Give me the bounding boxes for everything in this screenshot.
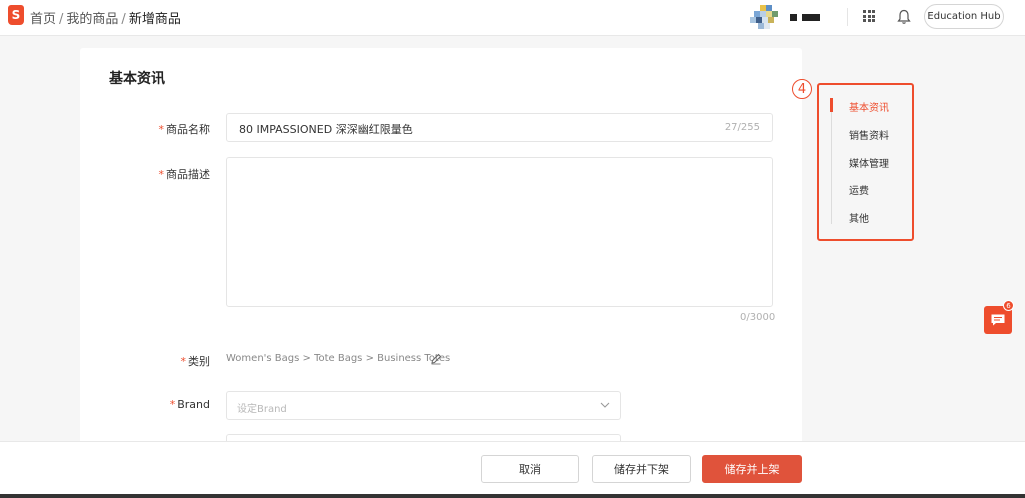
product-name-label: * 商品名称	[110, 121, 211, 137]
education-hub-button[interactable]: Education Hub	[924, 4, 1004, 29]
product-name-label-text: 商品名称	[166, 123, 210, 136]
product-name-char-count: 27/255	[724, 122, 760, 133]
brand-label: * Brand	[110, 398, 210, 411]
required-mark: *	[158, 168, 165, 181]
product-description-label-text: 商品描述	[166, 168, 210, 181]
product-description-label: * 商品描述	[110, 166, 211, 182]
save-and-unlist-button[interactable]: 储存并下架	[592, 455, 691, 483]
breadcrumb-my-products[interactable]: 我的商品	[66, 12, 118, 27]
basic-info-card: 基本资讯 * 商品名称 80 IMPASSIONED 深深幽红限量色 27/255…	[80, 48, 802, 448]
breadcrumb-current: 新增商品	[128, 12, 181, 27]
side-nav-item-others[interactable]: 其他	[849, 210, 869, 225]
category-label-text: 类别	[188, 355, 210, 368]
username-redacted	[790, 14, 820, 21]
required-mark: *	[158, 123, 165, 136]
breadcrumb: 首页 / 我的商品 / 新增商品	[30, 8, 181, 27]
bottom-action-bar: 取消 储存并下架 储存并上架	[0, 441, 1025, 498]
chat-unread-badge: 6	[1003, 300, 1014, 311]
header-divider	[847, 8, 848, 26]
step-number-badge: 4	[792, 79, 812, 99]
product-description-textarea[interactable]	[226, 157, 773, 307]
bottom-border	[0, 494, 1025, 498]
required-mark: *	[180, 355, 187, 368]
section-side-nav: 基本资讯 销售资料 媒体管理 运费 其他	[817, 83, 914, 241]
side-nav-track	[831, 98, 832, 224]
side-nav-item-media[interactable]: 媒体管理	[849, 155, 889, 170]
breadcrumb-separator: /	[121, 12, 126, 27]
brand-select[interactable]: 设定Brand	[226, 391, 621, 420]
category-label: * 类别	[110, 353, 211, 369]
side-nav-item-sales-info[interactable]: 销售资料	[849, 127, 889, 142]
breadcrumb-home[interactable]: 首页	[30, 12, 56, 27]
side-nav-item-basic-info[interactable]: 基本资讯	[849, 99, 889, 114]
brand-label-text: Brand	[177, 398, 210, 411]
save-and-publish-button[interactable]: 储存并上架	[702, 455, 802, 483]
side-nav-active-indicator	[830, 98, 833, 112]
shopee-logo-icon[interactable]: S	[8, 5, 24, 25]
section-title: 基本资讯	[109, 71, 165, 87]
apps-grid-icon[interactable]	[863, 10, 875, 22]
breadcrumb-separator: /	[59, 12, 64, 27]
chevron-down-icon	[600, 402, 610, 408]
top-navigation-bar: S 首页 / 我的商品 / 新增商品 Education Hub	[0, 0, 1025, 36]
product-name-input[interactable]: 80 IMPASSIONED 深深幽红限量色 27/255	[226, 113, 773, 142]
chat-icon	[991, 314, 1005, 326]
side-nav-item-shipping[interactable]: 运费	[849, 182, 869, 197]
product-name-value: 80 IMPASSIONED 深深幽红限量色	[239, 123, 413, 136]
avatar[interactable]	[750, 5, 784, 29]
edit-pencil-icon[interactable]	[430, 353, 442, 365]
notification-bell-icon[interactable]	[897, 9, 911, 25]
brand-placeholder: 设定Brand	[237, 404, 287, 415]
required-mark: *	[169, 398, 176, 411]
cancel-button[interactable]: 取消	[481, 455, 579, 483]
category-path: Women's Bags > Tote Bags > Business Tote…	[226, 353, 451, 364]
description-char-count: 0/3000	[740, 312, 776, 323]
